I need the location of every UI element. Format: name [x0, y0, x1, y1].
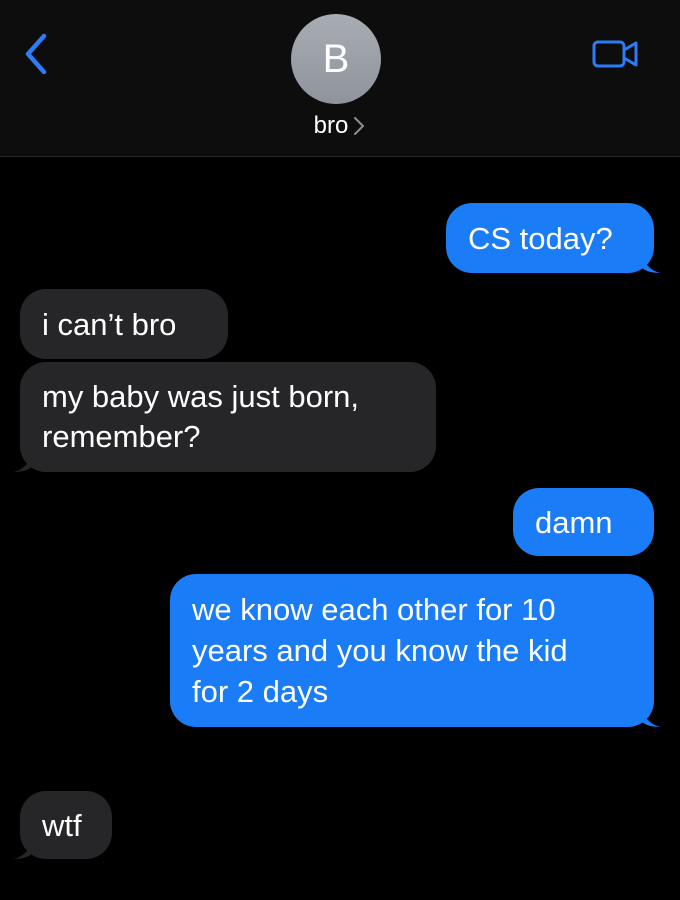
- avatar-initial: B: [322, 36, 350, 81]
- video-camera-icon: [592, 40, 638, 68]
- message-bubble-outgoing[interactable]: we know each other for 10 years and you …: [170, 574, 661, 727]
- bubble-tail: [641, 253, 661, 273]
- message-bubble-outgoing[interactable]: CS today?: [446, 203, 661, 273]
- video-call-button[interactable]: [592, 38, 640, 70]
- message-text: CS today?: [468, 220, 613, 256]
- message-text: wtf: [42, 807, 82, 843]
- chevron-right-icon: [354, 117, 365, 135]
- bubble-tail: [13, 839, 33, 859]
- bubble-tail: [641, 707, 661, 727]
- contact-name: bro: [313, 112, 349, 139]
- message-bubble-incoming[interactable]: my baby was just born, remember?: [13, 362, 436, 472]
- message-text: my baby was just born, remember?: [42, 379, 360, 454]
- message-bubble-incoming[interactable]: wtf: [13, 791, 112, 859]
- bubble-tail: [13, 452, 33, 472]
- message-text: i can’t bro: [42, 306, 177, 342]
- back-button[interactable]: [16, 30, 56, 78]
- message-bubble-outgoing[interactable]: damn: [513, 488, 654, 556]
- conversation-header: B bro: [0, 0, 680, 157]
- message-text: we know each other for 10 years and you …: [192, 592, 568, 709]
- contact-info-link[interactable]: bro: [0, 112, 680, 140]
- message-bubble-incoming[interactable]: i can’t bro: [20, 289, 228, 359]
- avatar[interactable]: B: [291, 14, 381, 104]
- message-text: damn: [535, 504, 613, 540]
- chevron-left-icon: [25, 33, 47, 75]
